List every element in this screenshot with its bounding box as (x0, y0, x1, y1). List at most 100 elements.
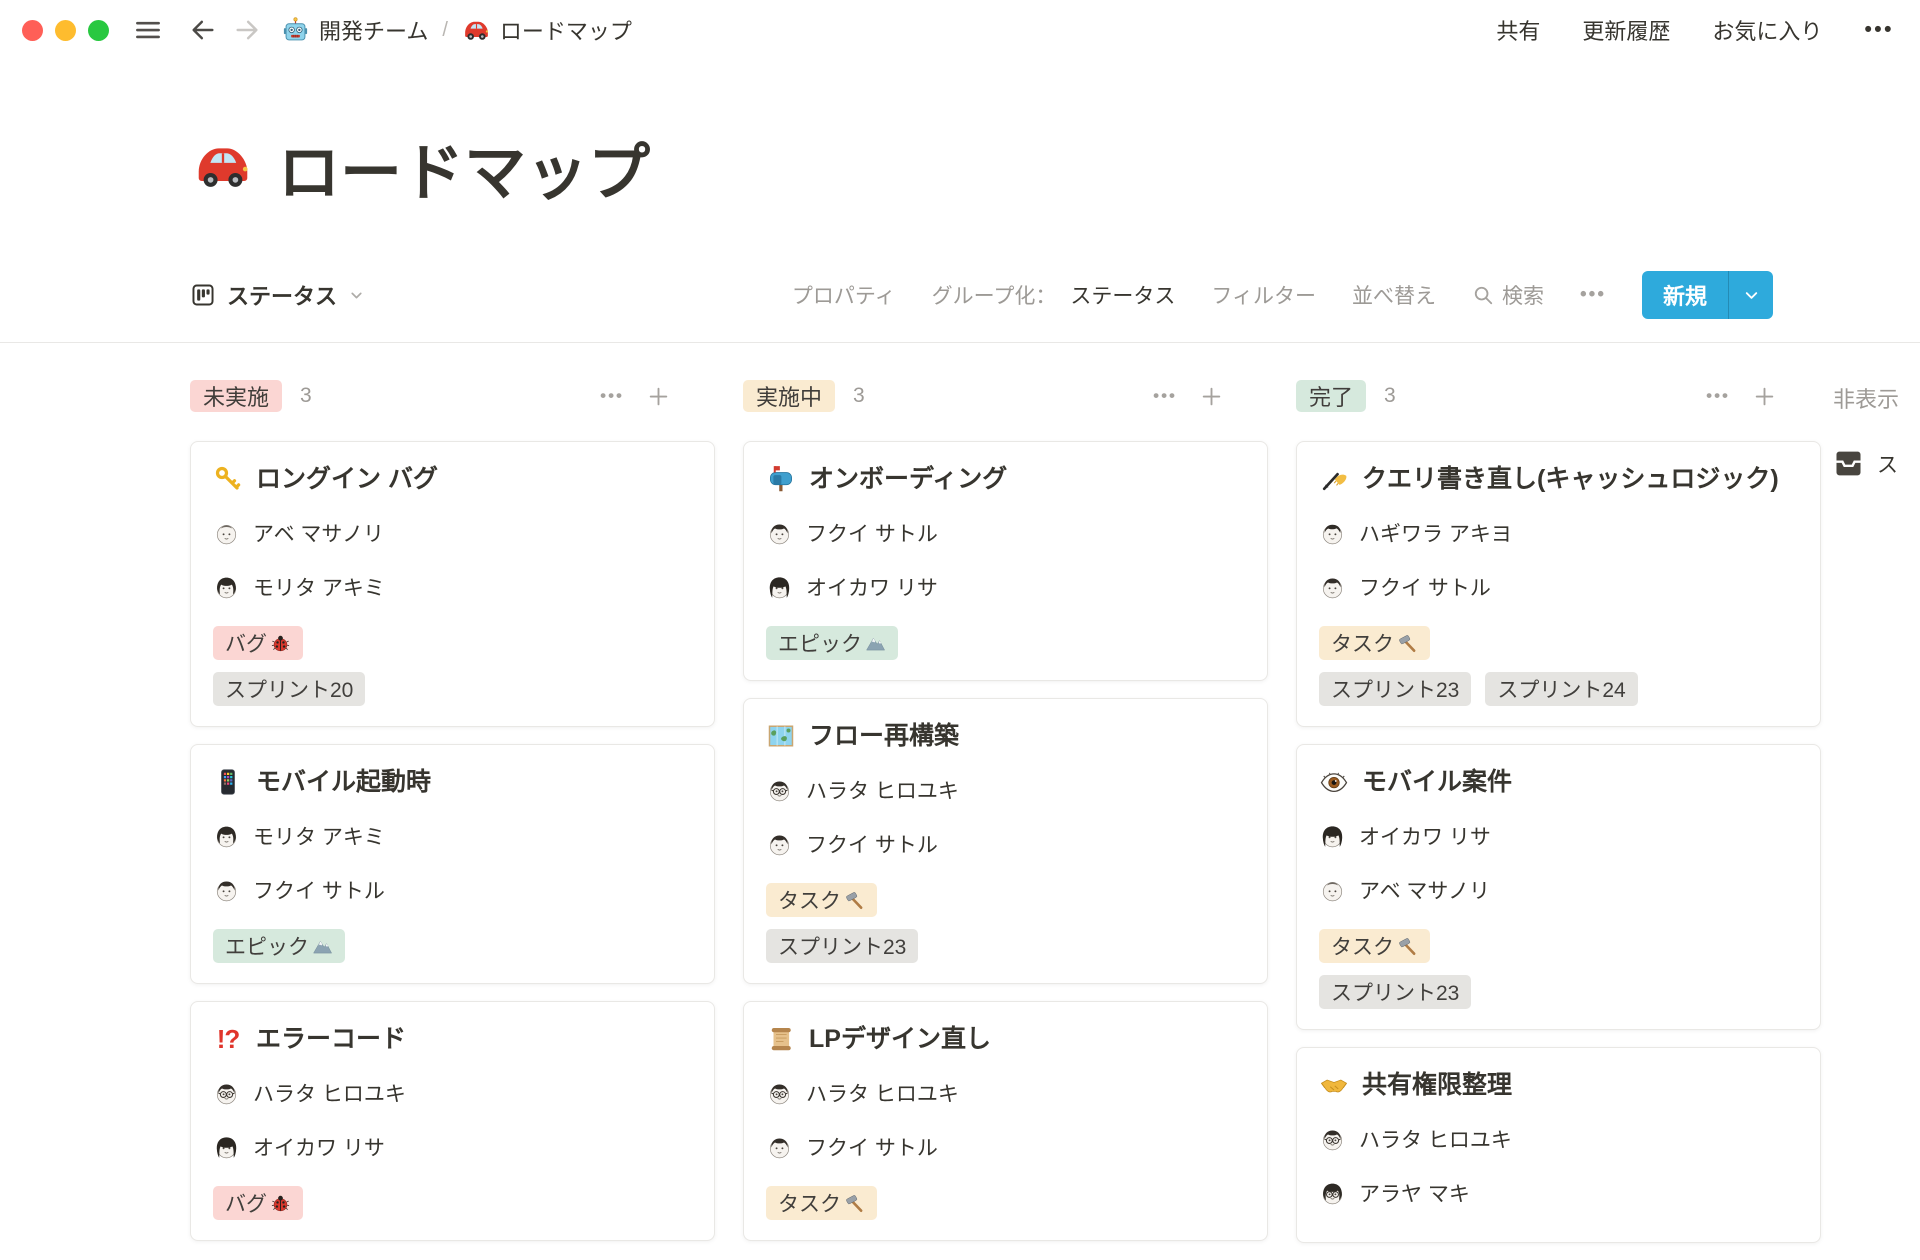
group-by-label: グループ化： (932, 280, 1057, 310)
avatar-man-glasses-icon (766, 1080, 793, 1107)
filter-button[interactable]: フィルター (1211, 280, 1316, 310)
board-column-in-progress: 実施中 3 ••• オンボーディング フクイ サトル オイカワ リサ (743, 380, 1268, 1260)
new-dropdown-button[interactable] (1728, 271, 1773, 319)
status-badge[interactable]: 未実施 (190, 380, 282, 412)
person-property: フクイ サトル (766, 518, 1245, 548)
group-by-button[interactable]: グループ化： ステータス (932, 280, 1176, 310)
column-more-button[interactable]: ••• (600, 386, 624, 406)
tag-task: タスク (1319, 929, 1430, 963)
share-button[interactable]: 共有 (1496, 14, 1540, 46)
scroll-icon (766, 1024, 796, 1054)
breadcrumb: 開発チーム / ロードマップ (275, 12, 638, 48)
card[interactable]: フロー再構築 ハラタ ヒロユキ フクイ サトル タスク スプリント23 (743, 698, 1268, 984)
tag-task: タスク (766, 1186, 877, 1220)
card[interactable]: 共有権限整理 ハラタ ヒロユキ アラヤ マキ (1296, 1047, 1821, 1243)
hammer-icon (1397, 633, 1418, 654)
view-toolbar: ステータス プロパティ グループ化： ステータス フィルター 並べ替え 検索 •… (190, 270, 1773, 320)
nav-forward-button[interactable] (233, 16, 261, 44)
hidden-groups-label[interactable]: 非表示 (1833, 382, 1920, 414)
handshake-icon (1319, 1070, 1349, 1100)
tag-task: タスク (1319, 626, 1430, 660)
board-column-done: 完了 3 ••• クエリ書き直し(キャッシュロジック) ハギワラ アキヨ フクイ… (1296, 380, 1821, 1260)
card[interactable]: クエリ書き直し(キャッシュロジック) ハギワラ アキヨ フクイ サトル タスク … (1296, 441, 1821, 727)
breadcrumb-page[interactable]: ロードマップ (456, 12, 638, 48)
properties-button[interactable]: プロパティ (792, 280, 896, 310)
tag-sprint: スプリント23 (766, 929, 918, 963)
mailbox-icon (766, 464, 796, 494)
view-tab-status[interactable]: ステータス (190, 279, 365, 311)
window-topbar: 開発チーム / ロードマップ 共有 更新履歴 お気に入り ••• (0, 0, 1920, 60)
column-add-button[interactable] (646, 384, 671, 409)
person-property: ハラタ ヒロユキ (1319, 1124, 1798, 1154)
tag-bug: バグ (213, 1186, 303, 1220)
column-more-button[interactable]: ••• (1153, 386, 1177, 406)
breadcrumb-page-label: ロードマップ (500, 14, 632, 46)
plus-icon (1752, 384, 1777, 409)
zoom-button[interactable] (88, 20, 109, 41)
tag-sprint: スプリント23 (1319, 975, 1471, 1009)
search-icon (1472, 284, 1494, 306)
nav-back-button[interactable] (189, 16, 217, 44)
person-property: アベ マサノリ (1319, 875, 1798, 905)
hammer-icon (1397, 936, 1418, 957)
mountain-icon (865, 633, 886, 654)
card-tags: エピック (766, 626, 1245, 660)
column-more-button[interactable]: ••• (1706, 386, 1730, 406)
more-menu-button[interactable]: ••• (1864, 18, 1894, 42)
close-button[interactable] (22, 20, 43, 41)
person-property: アラヤ マキ (1319, 1178, 1798, 1208)
board-view-icon (190, 282, 216, 308)
avatar-man-dark-icon (766, 520, 793, 547)
avatar-man-glasses-icon (213, 1080, 240, 1107)
person-property: オイカワ リサ (1319, 821, 1798, 851)
world-map-icon (766, 721, 796, 751)
status-badge[interactable]: 完了 (1296, 380, 1366, 412)
updates-button[interactable]: 更新履歴 (1582, 14, 1670, 46)
status-badge[interactable]: 実施中 (743, 380, 835, 412)
favorites-button[interactable]: お気に入り (1712, 14, 1822, 46)
avatar-man-short-icon (1319, 520, 1346, 547)
card[interactable]: オンボーディング フクイ サトル オイカワ リサ エピック (743, 441, 1268, 681)
sort-button[interactable]: 並べ替え (1352, 280, 1436, 310)
card-tags: バグ スプリント20 (213, 626, 692, 706)
toolbar-more-button[interactable]: ••• (1580, 284, 1606, 306)
card-title: 共有権限整理 (1319, 1068, 1798, 1102)
red-car-icon[interactable] (192, 136, 254, 198)
tag-epic: エピック (213, 929, 345, 963)
breadcrumb-workspace-label: 開発チーム (319, 14, 428, 46)
person-property: ハラタ ヒロユキ (766, 775, 1245, 805)
column-add-button[interactable] (1752, 384, 1777, 409)
person-property: フクイ サトル (766, 829, 1245, 859)
new-button-label[interactable]: 新規 (1642, 271, 1728, 319)
card[interactable]: ロングイン バグ アベ マサノリ モリタ アキミ バグ スプリント20 (190, 441, 715, 727)
person-property: モリタ アキミ (213, 821, 692, 851)
tray-icon (1833, 448, 1864, 479)
avatar-man-dark-icon (213, 877, 240, 904)
page-title-text[interactable]: ロードマップ (278, 122, 650, 212)
hidden-group-item[interactable]: ス (1833, 448, 1920, 479)
column-header: 実施中 3 ••• (743, 380, 1268, 412)
card[interactable]: LPデザイン直し ハラタ ヒロユキ フクイ サトル タスク (743, 1001, 1268, 1241)
column-add-button[interactable] (1199, 384, 1224, 409)
person-property: モリタ アキミ (213, 572, 692, 602)
breadcrumb-workspace[interactable]: 開発チーム (275, 12, 434, 48)
search-button[interactable]: 検索 (1472, 280, 1544, 310)
tag-task: タスク (766, 883, 877, 917)
card[interactable]: モバイル案件 オイカワ リサ アベ マサノリ タスク スプリント23 (1296, 744, 1821, 1030)
view-tab-label: ステータス (227, 279, 337, 311)
bangbang-icon (213, 1022, 243, 1056)
column-header: 完了 3 ••• (1296, 380, 1821, 412)
column-count: 3 (300, 384, 312, 408)
person-property: アベ マサノリ (213, 518, 692, 548)
card[interactable]: モバイル起動時 モリタ アキミ フクイ サトル エピック (190, 744, 715, 984)
minimize-button[interactable] (55, 20, 76, 41)
person-property: ハギワラ アキヨ (1319, 518, 1798, 548)
chevron-down-icon (1742, 286, 1761, 305)
new-button[interactable]: 新規 (1642, 271, 1773, 319)
card-title: モバイル案件 (1319, 765, 1798, 799)
tag-bug: バグ (213, 626, 303, 660)
card-title: LPデザイン直し (766, 1022, 1245, 1056)
card[interactable]: エラーコード ハラタ ヒロユキ オイカワ リサ バグ (190, 1001, 715, 1241)
sidebar-toggle-button[interactable] (133, 15, 163, 45)
mountain-icon (312, 936, 333, 957)
